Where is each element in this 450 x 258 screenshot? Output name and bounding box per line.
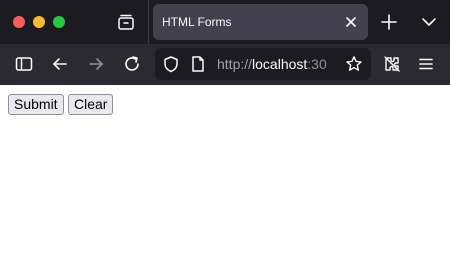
window-minimize-button[interactable] (33, 16, 45, 28)
clear-button[interactable]: Clear (68, 94, 114, 115)
bookmark-star-icon[interactable] (345, 55, 363, 73)
page-content: Submit Clear (0, 85, 450, 258)
chevron-down-icon[interactable] (421, 14, 437, 30)
url-fade (325, 48, 343, 80)
tab-title: HTML Forms (162, 15, 232, 29)
tab-groups-icon[interactable] (116, 12, 136, 32)
tab-html-forms[interactable]: HTML Forms (153, 4, 368, 40)
submit-button[interactable]: Submit (8, 94, 64, 115)
back-arrow-icon[interactable] (50, 54, 70, 74)
page-icon[interactable] (190, 55, 206, 73)
tabstrip-divider (148, 0, 149, 44)
browser-titlebar: HTML Forms (0, 0, 450, 44)
new-tab-icon[interactable] (380, 13, 398, 31)
browser-navbar: http://localhost:30 (0, 44, 450, 85)
url-port: :30 (307, 56, 327, 72)
sidebar-icon[interactable] (14, 54, 34, 74)
extensions-icon[interactable] (382, 54, 402, 74)
shield-icon[interactable] (162, 55, 180, 73)
url-host: localhost (252, 56, 308, 72)
close-tab-icon[interactable] (344, 15, 358, 29)
url-bar[interactable]: http://localhost:30 (155, 48, 371, 80)
window-close-button[interactable] (13, 16, 25, 28)
forward-arrow-icon[interactable] (86, 54, 106, 74)
url-text[interactable]: http://localhost:30 (217, 56, 327, 72)
window-maximize-button[interactable] (53, 16, 65, 28)
url-scheme: http:// (217, 56, 253, 72)
reload-icon[interactable] (122, 54, 142, 74)
hamburger-menu-icon[interactable] (416, 54, 436, 74)
